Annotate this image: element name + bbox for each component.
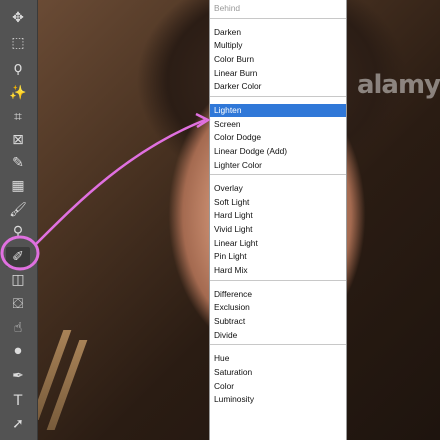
menu-separator bbox=[210, 17, 346, 19]
frame-icon: ⊠ bbox=[12, 132, 24, 148]
frame-tool[interactable]: ⊠ bbox=[6, 130, 30, 150]
menu-separator bbox=[210, 279, 346, 281]
dodge-tool[interactable]: ⚫ bbox=[6, 342, 30, 362]
blend-mode-linear-light[interactable]: Linear Light bbox=[210, 237, 346, 250]
blend-mode-overlay[interactable]: Overlay bbox=[210, 182, 346, 195]
blend-mode-saturation[interactable]: Saturation bbox=[210, 366, 346, 379]
blend-mode-linear-dodge-add[interactable]: Linear Dodge (Add) bbox=[210, 145, 346, 158]
blend-mode-menu[interactable]: Behind Darken Multiply Color Burn Linear Bur… bbox=[209, 0, 347, 440]
pen-tool[interactable]: ✒ bbox=[6, 366, 30, 386]
smudge-icon: ☝ bbox=[13, 320, 23, 336]
eraser-tool[interactable]: ◫ bbox=[6, 270, 30, 290]
type-icon: T bbox=[13, 393, 23, 409]
blend-mode-difference[interactable]: Difference bbox=[210, 288, 346, 301]
menu-separator bbox=[210, 344, 346, 346]
blend-mode-subtract[interactable]: Subtract bbox=[210, 315, 346, 328]
blend-mode-hard-light[interactable]: Hard Light bbox=[210, 209, 346, 222]
blend-mode-divide[interactable]: Divide bbox=[210, 329, 346, 342]
history-brush-tool[interactable]: ✐ bbox=[6, 247, 30, 267]
paint-bucket-tool[interactable]: ⛋ bbox=[6, 294, 30, 314]
watermark: alamy bbox=[356, 70, 440, 100]
blend-mode-lighten[interactable]: Lighten bbox=[210, 103, 346, 117]
stamp-icon: ⚲ bbox=[12, 224, 24, 240]
type-tool[interactable]: T bbox=[6, 391, 30, 411]
dodge-icon: ⚫ bbox=[12, 344, 24, 360]
history-brush-icon: ✐ bbox=[12, 249, 24, 265]
blend-mode-exclusion[interactable]: Exclusion bbox=[210, 301, 346, 314]
bucket-icon: ⛋ bbox=[12, 296, 24, 312]
eraser-icon: ◫ bbox=[11, 272, 25, 288]
crop-icon: ⌗ bbox=[14, 109, 22, 125]
blend-mode-soft-light[interactable]: Soft Light bbox=[210, 196, 346, 209]
smudge-tool[interactable]: ☝ bbox=[6, 318, 30, 338]
blend-mode-screen[interactable]: Screen bbox=[210, 118, 346, 131]
blend-mode-behind: Behind bbox=[214, 3, 241, 13]
marquee-tool[interactable]: ⬚ bbox=[6, 33, 30, 53]
move-icon: ✥ bbox=[12, 10, 24, 26]
blend-mode-multiply[interactable]: Multiply bbox=[210, 39, 346, 52]
blend-mode-hard-mix[interactable]: Hard Mix bbox=[210, 264, 346, 277]
path-selection-tool[interactable]: ➚ bbox=[6, 414, 30, 434]
eyedropper-tool[interactable]: ✎ bbox=[6, 153, 30, 173]
blend-mode-luminosity[interactable]: Luminosity bbox=[210, 393, 346, 406]
clone-stamp-tool[interactable]: ⚲ bbox=[6, 222, 30, 242]
blend-mode-color-dodge[interactable]: Color Dodge bbox=[210, 131, 346, 144]
blend-mode-vivid-light[interactable]: Vivid Light bbox=[210, 223, 346, 236]
pen-icon: ✒ bbox=[12, 368, 24, 384]
menu-separator bbox=[210, 174, 346, 176]
lasso-tool[interactable]: ϙ bbox=[6, 58, 30, 78]
bandage-icon: ▦ bbox=[11, 178, 25, 194]
blend-mode-color[interactable]: Color bbox=[210, 380, 346, 393]
blend-mode-darken[interactable]: Darken bbox=[210, 26, 346, 39]
menu-separator bbox=[210, 95, 346, 97]
blend-mode-linear-burn[interactable]: Linear Burn bbox=[210, 67, 346, 80]
tools-panel: ✥ ⬚ ϙ ✨ ⌗ ⊠ ✎ ▦ 🖌 ⚲ ✐ ◫ ⛋ ☝ ⚫ ✒ T ➚ bbox=[0, 0, 38, 440]
lasso-icon: ϙ bbox=[13, 60, 23, 76]
eyedropper-icon: ✎ bbox=[12, 155, 24, 171]
move-tool[interactable]: ✥ bbox=[6, 8, 30, 28]
blend-mode-hue[interactable]: Hue bbox=[210, 352, 346, 365]
marquee-icon: ⬚ bbox=[11, 35, 25, 51]
healing-brush-tool[interactable]: ▦ bbox=[6, 176, 30, 196]
brush-icon: 🖌 bbox=[9, 202, 27, 218]
magic-wand-icon: ✨ bbox=[9, 85, 27, 101]
blend-mode-color-burn[interactable]: Color Burn bbox=[210, 53, 346, 66]
crop-tool[interactable]: ⌗ bbox=[6, 107, 30, 127]
magic-wand-tool[interactable]: ✨ bbox=[6, 83, 30, 103]
arrow-cursor-icon: ➚ bbox=[12, 416, 24, 432]
brush-tool[interactable]: 🖌 bbox=[6, 200, 30, 220]
background-stripe bbox=[46, 340, 88, 430]
blend-mode-darker-color[interactable]: Darker Color bbox=[210, 80, 346, 93]
blend-mode-pin-light[interactable]: Pin Light bbox=[210, 250, 346, 263]
blend-mode-lighter-color[interactable]: Lighter Color bbox=[210, 159, 346, 172]
